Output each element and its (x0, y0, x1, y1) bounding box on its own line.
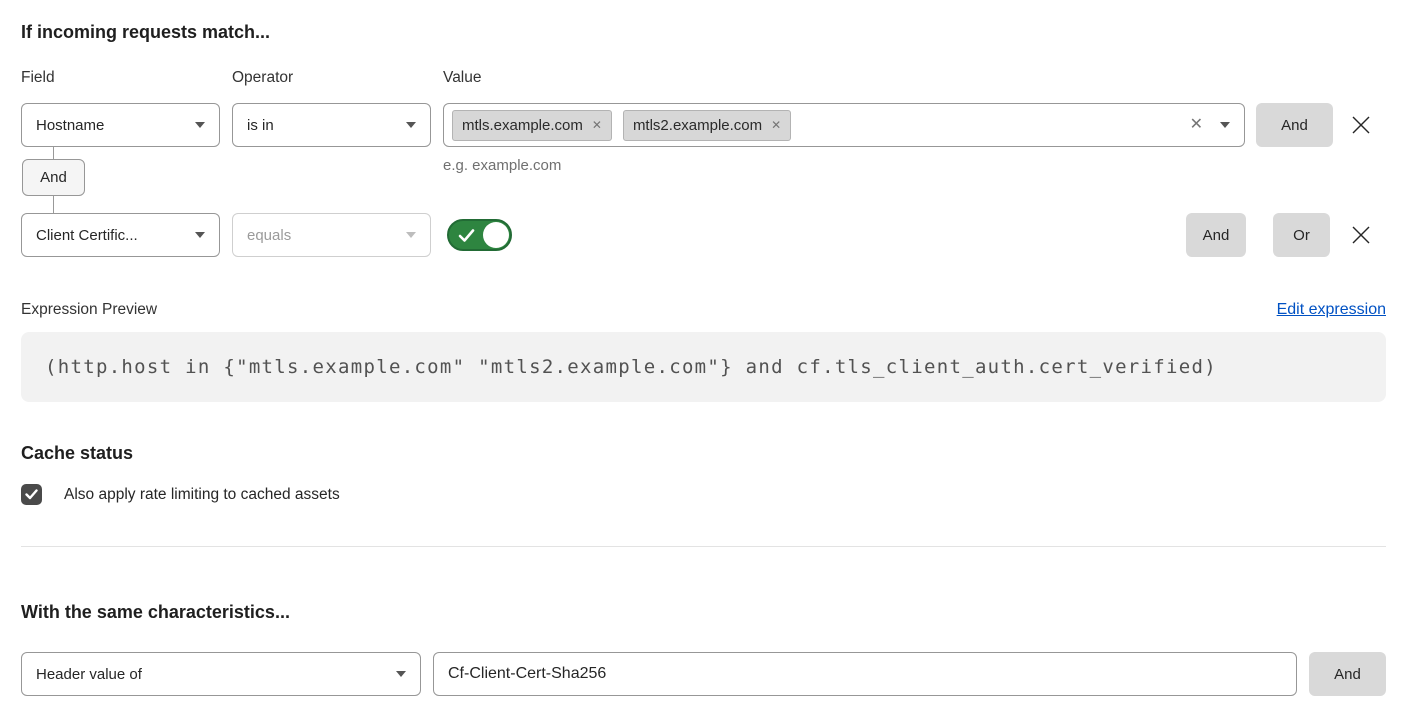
condition-labels-row: Field Operator Value (21, 69, 1386, 87)
rule-builder-page: If incoming requests match... Field Oper… (0, 0, 1420, 720)
chevron-down-icon[interactable] (1220, 122, 1230, 128)
clear-values-icon[interactable]: ✕ (1190, 117, 1203, 133)
value-controls: ✕ (1190, 117, 1230, 133)
field-select-row1-value: Hostname (36, 117, 104, 134)
close-icon (1350, 114, 1372, 136)
header-name-input[interactable] (433, 652, 1297, 696)
cache-status-title: Cache status (21, 442, 1386, 464)
connector-line (53, 147, 54, 159)
tag-remove-icon[interactable]: ✕ (592, 119, 602, 131)
expression-preview-header: Expression Preview Edit expression (21, 301, 1386, 319)
match-section-title: If incoming requests match... (21, 21, 1386, 43)
close-icon (1350, 224, 1372, 246)
cached-assets-checkbox-label: Also apply rate limiting to cached asset… (64, 486, 340, 504)
delete-condition-icon[interactable] (1348, 112, 1374, 138)
add-or-condition-button-row2[interactable]: Or (1273, 213, 1330, 257)
tag-remove-icon[interactable]: ✕ (771, 119, 781, 131)
delete-condition-icon[interactable] (1348, 222, 1374, 248)
chevron-down-icon (406, 122, 416, 128)
field-select-row2[interactable]: Client Certific... (21, 213, 220, 257)
cached-assets-checkbox[interactable] (21, 484, 42, 505)
edit-expression-link[interactable]: Edit expression (1277, 301, 1386, 319)
chevron-down-icon (396, 671, 406, 677)
expression-code-block: (http.host in {"mtls.example.com" "mtls2… (21, 332, 1386, 402)
value-tag: mtls.example.com ✕ (452, 110, 612, 141)
chevron-down-icon (406, 232, 416, 238)
chevron-down-icon (195, 232, 205, 238)
add-characteristic-button[interactable]: And (1309, 652, 1386, 696)
value-tag-text: mtls.example.com (462, 117, 583, 134)
expression-preview-label: Expression Preview (21, 301, 157, 319)
condition-row-1: Hostname is in mtls.example.com ✕ mtls2.… (21, 103, 1386, 147)
value-tag: mtls2.example.com ✕ (623, 110, 791, 141)
connector-line (53, 196, 54, 213)
connector-and-button[interactable]: And (22, 159, 85, 196)
field-label: Field (21, 69, 232, 87)
characteristic-select-value: Header value of (36, 666, 142, 683)
check-icon (25, 489, 38, 500)
connector-zone: And e.g. example.com (21, 147, 1386, 213)
value-label: Value (443, 69, 1386, 87)
characteristics-title: With the same characteristics... (21, 601, 1386, 623)
operator-label: Operator (232, 69, 443, 87)
check-icon (458, 228, 475, 248)
boolean-value-toggle[interactable] (447, 219, 512, 251)
characteristics-row: Header value of And (21, 652, 1386, 696)
characteristic-select[interactable]: Header value of (21, 652, 421, 696)
value-tag-text: mtls2.example.com (633, 117, 762, 134)
section-divider (21, 546, 1386, 547)
condition-row-2: Client Certific... equals And Or (21, 213, 1386, 257)
chevron-down-icon (195, 122, 205, 128)
operator-select-row2-value: equals (247, 227, 291, 244)
operator-select-row1-value: is in (247, 117, 274, 134)
value-helper-text: e.g. example.com (443, 157, 561, 174)
add-and-condition-button-row1[interactable]: And (1256, 103, 1333, 147)
field-select-row2-value: Client Certific... (36, 227, 138, 244)
add-and-condition-button-row2[interactable]: And (1186, 213, 1246, 257)
cache-checkbox-row: Also apply rate limiting to cached asset… (21, 484, 1386, 505)
operator-select-row1[interactable]: is in (232, 103, 431, 147)
field-select-row1[interactable]: Hostname (21, 103, 220, 147)
toggle-knob (483, 222, 509, 248)
operator-select-row2-disabled: equals (232, 213, 431, 257)
value-multiselect-row1[interactable]: mtls.example.com ✕ mtls2.example.com ✕ ✕ (443, 103, 1245, 147)
